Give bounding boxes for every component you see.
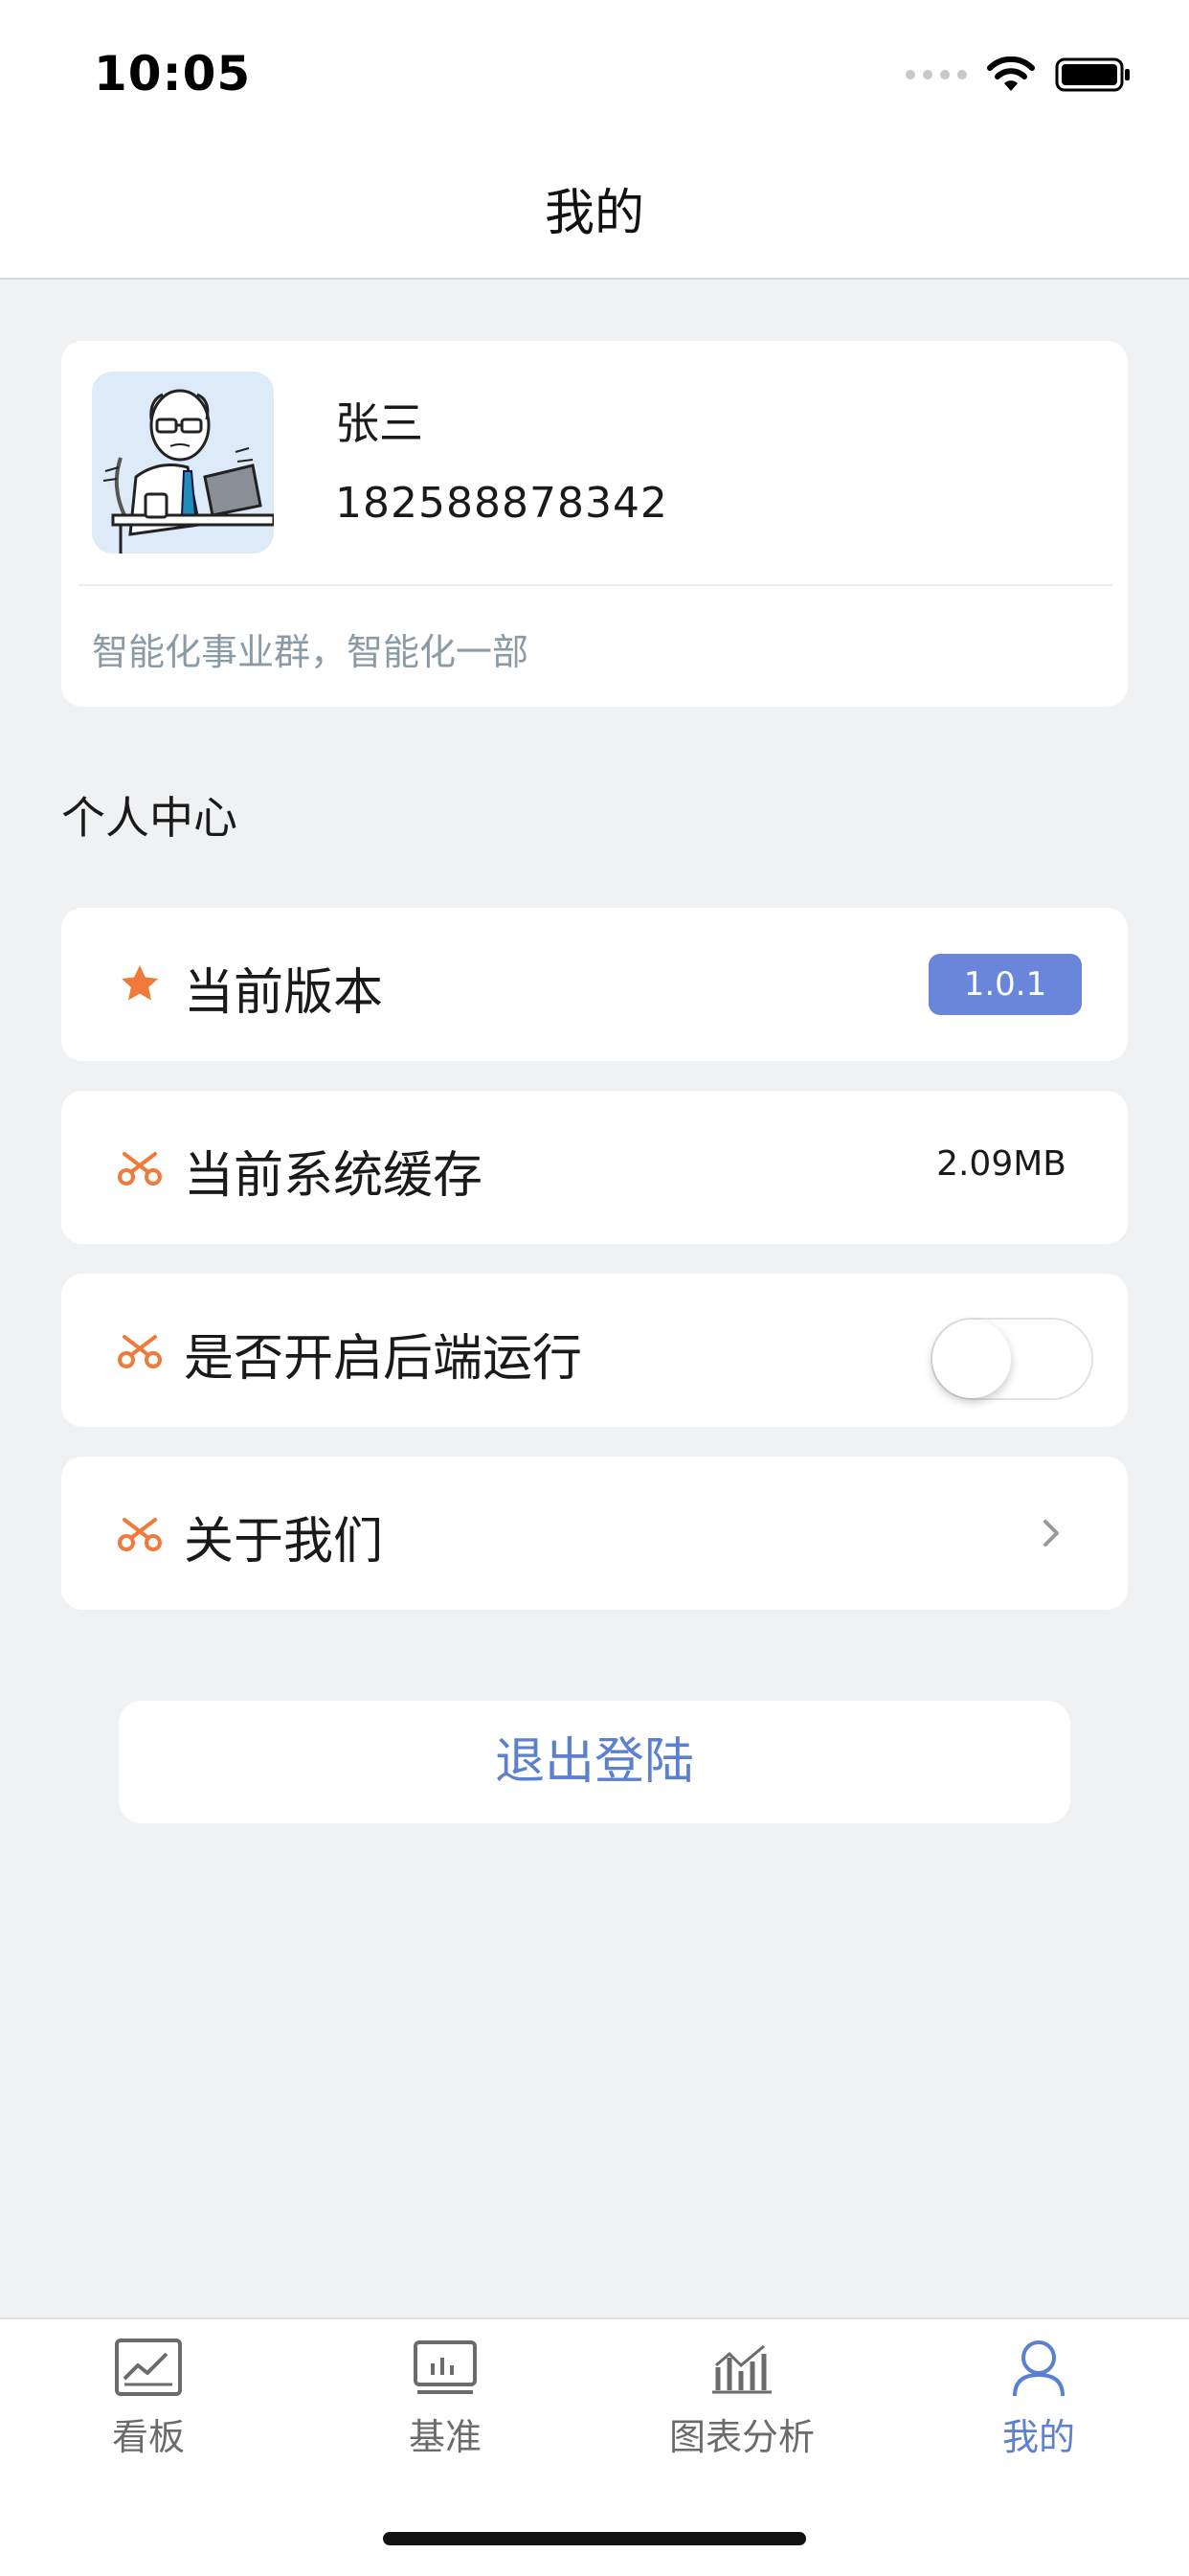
status-time: 10:05 <box>94 46 252 102</box>
profile-name: 张三 <box>335 397 423 449</box>
wifi-icon <box>987 56 1035 91</box>
scissors-icon <box>118 1518 162 1551</box>
home-indicator <box>383 2532 806 2545</box>
scissors-icon <box>118 1335 162 1368</box>
chevron-right-icon <box>1043 1520 1059 1547</box>
tab-label: 看板 <box>111 2416 185 2458</box>
nav-bar: 我的 <box>0 144 1189 280</box>
tab-chart-analysis[interactable]: 图表分析 <box>594 2337 890 2499</box>
divider <box>79 584 1112 586</box>
avatar-illustration <box>92 372 274 554</box>
tab-label: 基准 <box>408 2416 482 2458</box>
version-row[interactable]: 当前版本 1.0.1 <box>61 908 1128 1061</box>
user-icon <box>1013 2340 1065 2397</box>
page-title: 我的 <box>544 185 644 242</box>
tab-label: 我的 <box>1001 2416 1075 2458</box>
star-icon <box>122 965 158 1001</box>
version-badge: 1.0.1 <box>929 954 1082 1015</box>
profile-phone: 182588878342 <box>335 479 668 528</box>
avatar[interactable] <box>92 372 274 554</box>
about-label: 关于我们 <box>184 1513 384 1570</box>
toggle-knob <box>932 1320 1011 1398</box>
tab-mine[interactable]: 我的 <box>890 2337 1187 2499</box>
tab-label: 图表分析 <box>668 2416 815 2458</box>
profile-department: 智能化事业群，智能化一部 <box>92 631 529 673</box>
logout-button[interactable]: 退出登陆 <box>119 1701 1070 1823</box>
dashboard-chart-icon <box>115 2339 182 2396</box>
tab-benchmark[interactable]: 基准 <box>297 2337 594 2499</box>
bar-chart-monitor-icon <box>414 2340 477 2394</box>
cache-row[interactable]: 当前系统缓存 2.09MB <box>61 1091 1128 1244</box>
background-run-row: 是否开启后端运行 <box>61 1274 1128 1427</box>
analytics-chart-icon <box>712 2344 772 2394</box>
cellular-signal-icon <box>906 70 967 79</box>
status-bar: 10:05 <box>0 0 1189 144</box>
version-label: 当前版本 <box>184 964 384 1022</box>
battery-icon <box>1055 57 1130 92</box>
status-icons <box>906 56 1132 94</box>
scissors-icon <box>118 1152 162 1186</box>
profile-card[interactable]: 张三 182588878342 智能化事业群，智能化一部 <box>61 341 1128 707</box>
cache-size-value: 2.09MB <box>936 1144 1066 1184</box>
section-title: 个人中心 <box>61 792 237 844</box>
background-run-toggle[interactable] <box>931 1318 1093 1400</box>
about-row[interactable]: 关于我们 <box>61 1457 1128 1610</box>
tab-dashboard[interactable]: 看板 <box>0 2337 297 2499</box>
background-run-label: 是否开启后端运行 <box>184 1330 583 1388</box>
cache-label: 当前系统缓存 <box>184 1147 483 1205</box>
